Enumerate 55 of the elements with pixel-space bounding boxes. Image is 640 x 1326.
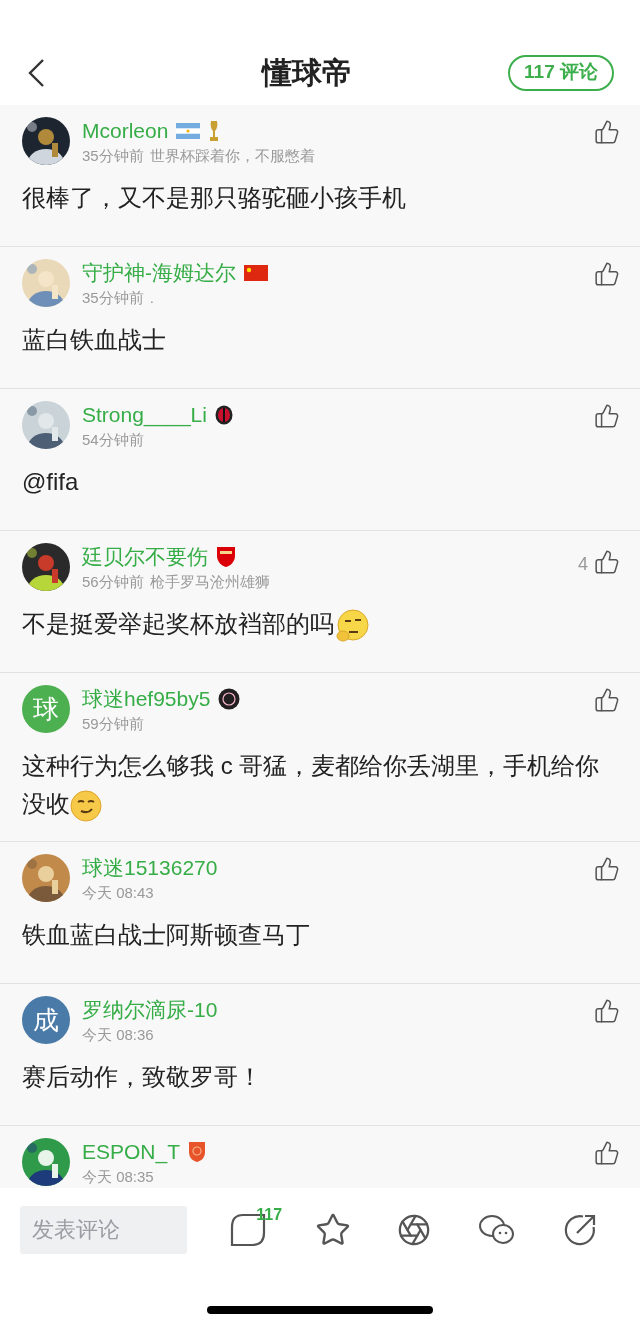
comment-time: 35分钟前 [82, 288, 144, 308]
like-icon[interactable] [594, 687, 620, 713]
comment-time: 今天 08:35 [82, 1167, 154, 1187]
chat-bubbles-icon[interactable] [478, 1213, 517, 1247]
comment-text: 蓝白铁血战士 [22, 325, 166, 355]
like-icon[interactable] [594, 261, 620, 287]
like-icon[interactable] [594, 856, 620, 882]
username[interactable]: Strong____Li [82, 401, 207, 429]
comment-input[interactable]: 发表评论 [20, 1206, 187, 1254]
like-icon[interactable] [594, 998, 620, 1024]
thinking-emoji-icon [334, 607, 370, 644]
user-signature: . [149, 288, 154, 308]
comment-time: 54分钟前 [82, 430, 144, 450]
username[interactable]: 廷贝尔不要伤 [82, 543, 208, 571]
username[interactable]: 球迷hef95by5 [82, 685, 211, 713]
flag-icon [176, 123, 201, 139]
comment-text: 铁血蓝白战士阿斯顿查马丁 [22, 920, 310, 950]
club-crest-icon [214, 405, 233, 425]
like-icon[interactable] [594, 403, 620, 429]
comment-text: 赛后动作，致敬罗哥！ [22, 1062, 262, 1092]
username[interactable]: 球迷15136270 [82, 854, 218, 882]
star-icon[interactable] [314, 1212, 351, 1248]
comment-time: 今天 08:43 [82, 883, 154, 903]
comment-text: 很棒了，又不是那只骆驼砸小孩手机 [22, 183, 406, 213]
like-icon[interactable] [594, 1140, 620, 1166]
aperture-icon[interactable] [397, 1213, 432, 1247]
letter-avatar: 成 [22, 996, 70, 1044]
comment-time: 今天 08:36 [82, 1025, 154, 1045]
flag-icon [244, 265, 268, 281]
comment-time: 59分钟前 [82, 714, 144, 734]
comment-text: 不是挺爱举起奖杯放裆部的吗 [22, 605, 370, 644]
username[interactable]: 守护神-海姆达尔 [82, 259, 236, 287]
club-crest-icon [188, 1141, 207, 1163]
trophy-icon [208, 120, 221, 142]
letter-avatar: 球 [22, 685, 70, 733]
comment-text: 这种行为怎么够我 c 哥猛，麦都给你丢湖里，手机给你没收 [22, 747, 620, 823]
comment-count: 117 [256, 1205, 283, 1225]
club-crest-icon [218, 688, 241, 710]
username[interactable]: Mcorleon [82, 117, 169, 145]
like-icon[interactable] [594, 548, 620, 575]
comment-time: 56分钟前 [82, 572, 144, 592]
page-title: 懂球帝 [262, 55, 353, 91]
user-signature: 枪手罗马沧州雄狮 [149, 572, 270, 592]
back-icon[interactable] [26, 57, 46, 88]
user-signature: 世界杯踩着你，不服憋着 [149, 146, 315, 166]
comment-time: 35分钟前 [82, 146, 144, 166]
comments-button[interactable]: 117 评论 [508, 54, 614, 91]
smirk-emoji-icon [70, 789, 102, 822]
club-crest-icon [216, 546, 236, 568]
share-icon[interactable] [562, 1213, 597, 1247]
username[interactable]: ESPON_T [82, 1138, 181, 1166]
username[interactable]: 罗纳尔滴尿-10 [82, 996, 218, 1024]
comment-text: @fifa [22, 467, 79, 497]
like-icon[interactable] [594, 119, 620, 145]
like-count: 4 [578, 553, 588, 576]
